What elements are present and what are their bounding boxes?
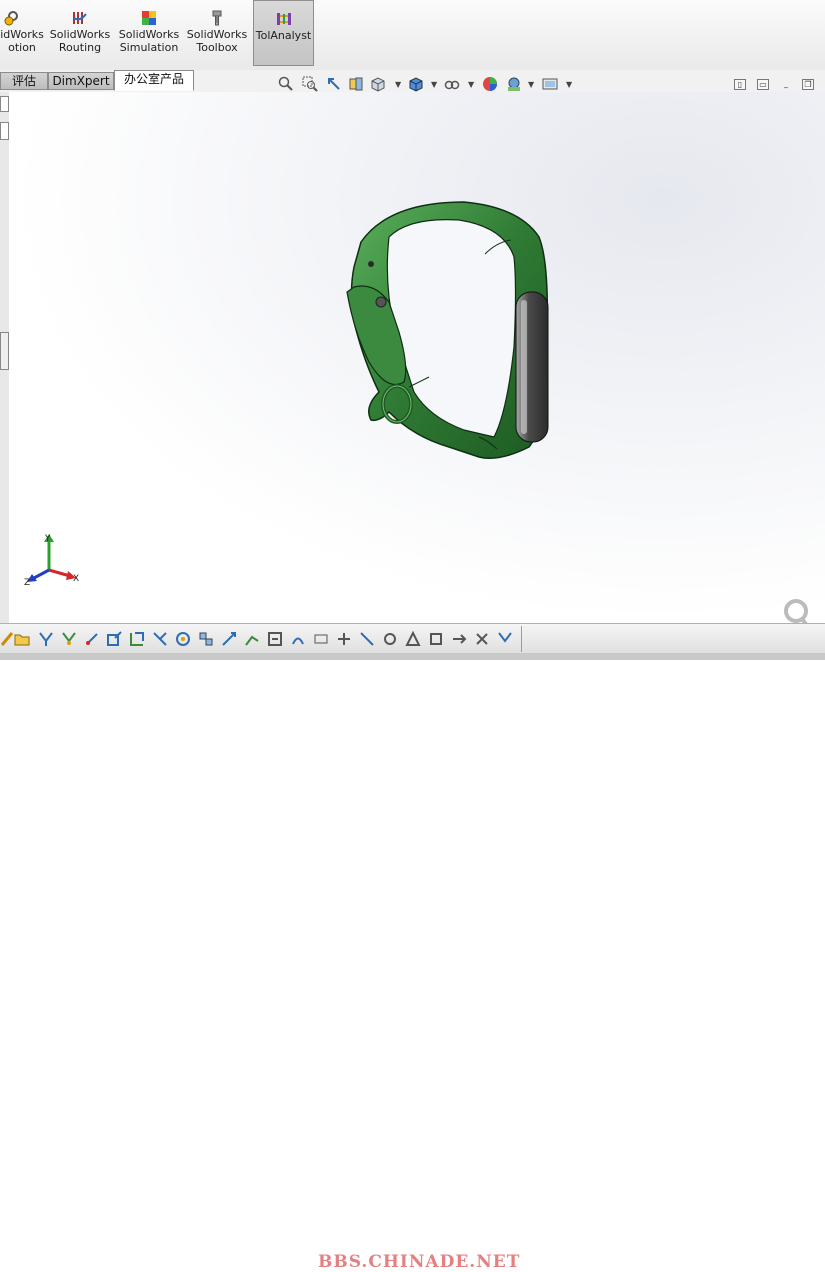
chevron-down-icon[interactable]: ▼ [431, 80, 439, 96]
ribbon-label-line1: TolAnalyst [255, 29, 312, 42]
tool-icon[interactable] [474, 631, 490, 647]
triad-z-label: Z [24, 578, 30, 587]
simulation-icon [142, 11, 156, 25]
routing-icon [73, 12, 87, 24]
apply-scene-icon[interactable] [506, 76, 522, 92]
panel-splitter-handle[interactable] [0, 332, 9, 370]
zoom-to-fit-icon[interactable] [278, 76, 294, 92]
command-ribbon: idWorks otion SolidWorks Routing SolidWo… [0, 0, 825, 71]
heads-up-view-toolbar: ▼ ▼ ▼ ▼ ▼ [278, 76, 578, 96]
model-render [346, 201, 549, 459]
tool-icon[interactable] [451, 631, 467, 647]
tab-evaluate[interactable]: 评估 [0, 72, 48, 90]
tool-icon[interactable] [497, 631, 513, 647]
tool-icon[interactable] [267, 631, 283, 647]
tool-icon[interactable] [106, 631, 122, 647]
bottom-toolbar: BBS.CHINADE.NET [0, 623, 825, 1272]
section-view-icon[interactable] [348, 76, 364, 92]
tool-icon[interactable] [313, 631, 329, 647]
motion-icon [4, 11, 18, 26]
view-settings-icon[interactable] [542, 76, 558, 92]
tool-icon[interactable] [244, 631, 260, 647]
view-orientation-icon[interactable] [370, 76, 386, 92]
tool-icon[interactable] [290, 631, 306, 647]
hide-show-items-icon[interactable] [444, 76, 460, 92]
tab-office-products[interactable]: 办公室产品 [114, 70, 194, 91]
ribbon-label-line1: SolidWorks [49, 28, 111, 41]
tracker-capsule [515, 291, 549, 443]
zoom-area-icon[interactable] [302, 76, 318, 92]
restore-icon[interactable]: ❐ [802, 79, 814, 90]
tool-icon[interactable] [38, 631, 54, 647]
toolbar-divider [521, 626, 522, 652]
previous-view-icon[interactable] [326, 76, 342, 92]
ribbon-routing-button[interactable]: SolidWorks Routing [47, 0, 113, 66]
triad-x-label: X [73, 574, 79, 584]
minimize-icon[interactable]: _ [780, 79, 792, 90]
tool-icon[interactable] [152, 631, 168, 647]
tool-icon[interactable] [382, 631, 398, 647]
triad-y-label: Y [44, 534, 51, 544]
chevron-down-icon[interactable]: ▼ [395, 80, 403, 96]
tool-icon[interactable] [336, 631, 352, 647]
tile-horizontal-icon[interactable]: ▯ [734, 79, 746, 90]
edit-appearance-icon[interactable] [482, 76, 498, 92]
ribbon-label-line1: SolidWorks [186, 28, 248, 41]
tab-dimxpert[interactable]: DimXpert [48, 72, 114, 90]
reference-triad: Y X Z [24, 534, 79, 587]
toolbox-icon [212, 10, 222, 26]
tool-icon[interactable] [221, 631, 237, 647]
tool-icon[interactable] [84, 631, 100, 647]
watermark-text: BBS.CHINADE.NET [318, 1252, 521, 1272]
status-bar [0, 653, 825, 660]
ribbon-label-line2: otion [8, 41, 36, 54]
panel-box[interactable] [0, 122, 9, 140]
tool-icon[interactable] [405, 631, 421, 647]
ribbon-label-line1: idWorks [0, 28, 44, 41]
ribbon-label-line2: Simulation [119, 41, 179, 54]
chevron-down-icon[interactable]: ▼ [528, 80, 536, 96]
tool-icon[interactable] [61, 631, 77, 647]
ribbon-simulation-button[interactable]: SolidWorks Simulation [117, 0, 181, 66]
tool-icon[interactable] [129, 631, 145, 647]
panel-box[interactable] [0, 96, 9, 112]
ribbon-motion-button[interactable]: idWorks otion [0, 0, 44, 66]
ribbon-label-line2: Toolbox [196, 41, 238, 54]
chevron-down-icon[interactable]: ▼ [468, 80, 476, 96]
chevron-down-icon[interactable]: ▼ [566, 80, 574, 96]
tool-icon[interactable] [175, 631, 191, 647]
tolanalyst-icon [276, 13, 291, 25]
tool-icon[interactable] [359, 631, 375, 647]
tool-icon[interactable] [198, 631, 214, 647]
tool-icon[interactable] [428, 631, 444, 647]
ribbon-toolbox-button[interactable]: SolidWorks Toolbox [185, 0, 249, 66]
display-style-icon[interactable] [408, 76, 424, 92]
tile-vertical-icon[interactable]: ▭ [757, 79, 769, 90]
ribbon-tolanalyst-button[interactable]: TolAnalyst [253, 0, 314, 66]
graphics-viewport[interactable] [9, 92, 825, 623]
ribbon-label-line2: Routing [58, 41, 102, 54]
open-folder-icon[interactable] [14, 631, 30, 647]
ribbon-label-line1: SolidWorks [118, 28, 180, 41]
